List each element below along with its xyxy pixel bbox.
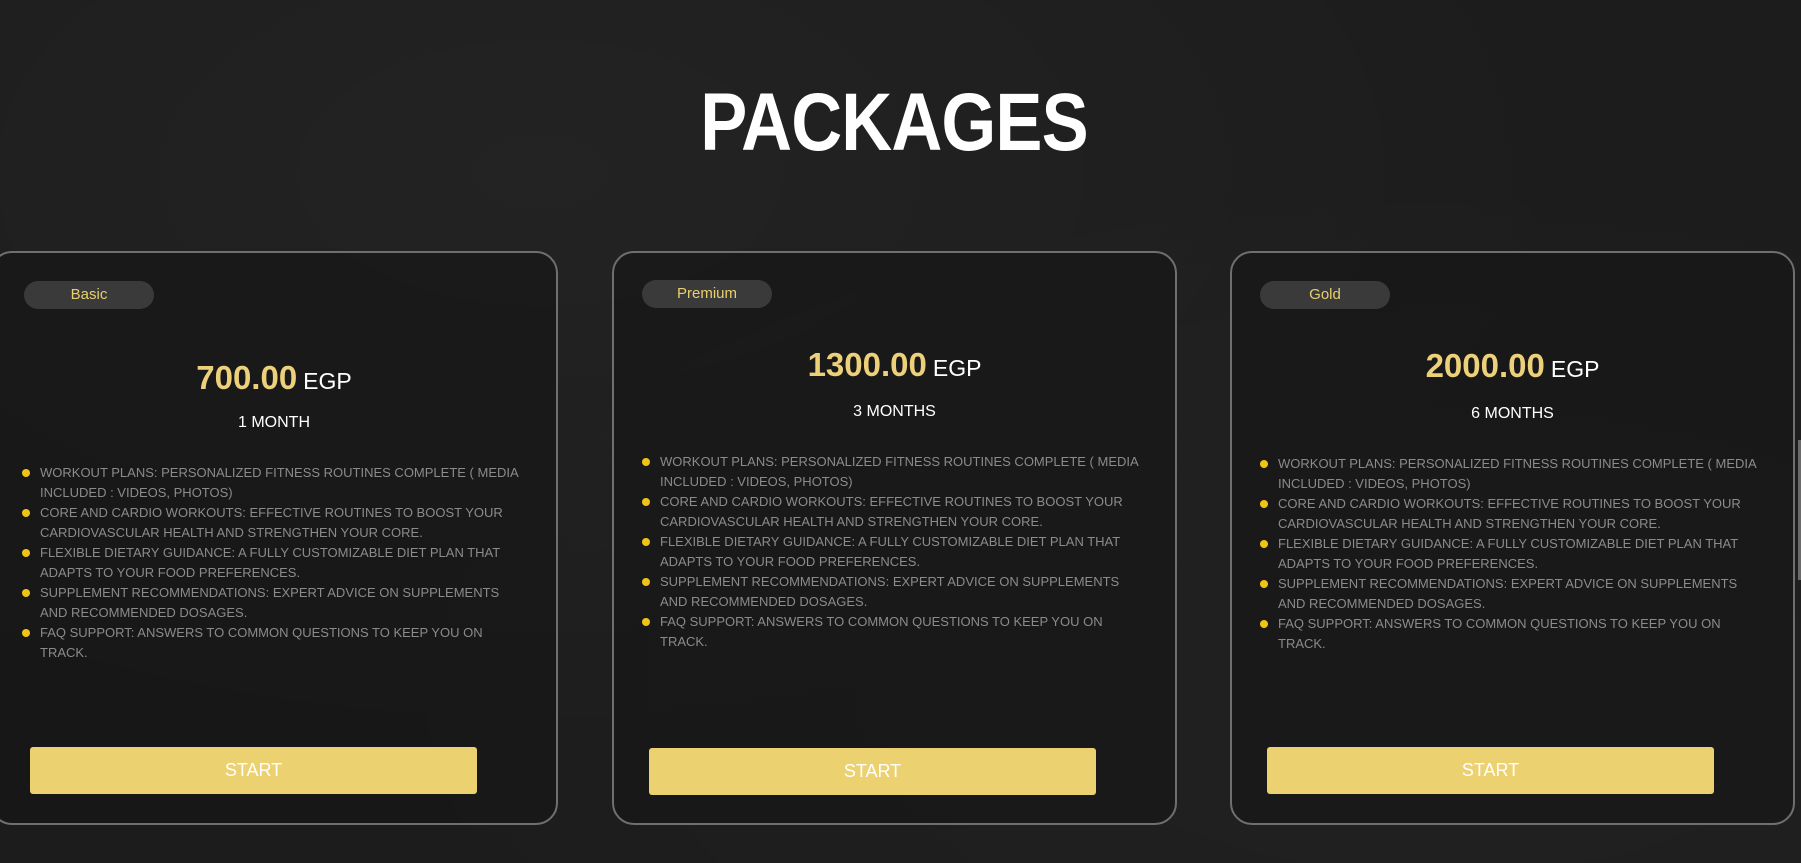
feature-item: FAQ SUPPORT: ANSWERS TO COMMON QUESTIONS… xyxy=(642,612,1147,652)
feature-item: FLEXIBLE DIETARY GUIDANCE: A FULLY CUSTO… xyxy=(642,532,1147,572)
feature-text: CORE AND CARDIO WORKOUTS: EFFECTIVE ROUT… xyxy=(660,494,1123,529)
feature-text: FAQ SUPPORT: ANSWERS TO COMMON QUESTIONS… xyxy=(1278,616,1721,651)
start-button[interactable]: START xyxy=(30,747,477,794)
start-button[interactable]: START xyxy=(1267,747,1714,794)
packages-section: PACKAGES Basic 700.00 EGP 1 MONTH WORKOUT… xyxy=(0,0,1801,863)
feature-item: WORKOUT PLANS: PERSONALIZED FITNESS ROUT… xyxy=(642,452,1147,492)
section-title: PACKAGES xyxy=(700,77,1088,168)
duration: 1 MONTH xyxy=(238,414,310,431)
feature-list: WORKOUT PLANS: PERSONALIZED FITNESS ROUT… xyxy=(1260,454,1765,654)
feature-text: FAQ SUPPORT: ANSWERS TO COMMON QUESTIONS… xyxy=(660,614,1103,649)
feature-text: WORKOUT PLANS: PERSONALIZED FITNESS ROUT… xyxy=(40,465,518,500)
bullet-dot-icon xyxy=(642,578,650,586)
duration: 3 MONTHS xyxy=(853,403,936,420)
tier-badge: Premium xyxy=(642,280,772,308)
bullet-dot-icon xyxy=(1260,620,1268,628)
feature-text: SUPPLEMENT RECOMMENDATIONS: EXPERT ADVIC… xyxy=(1278,576,1738,611)
bullet-dot-icon xyxy=(22,509,30,517)
feature-item: WORKOUT PLANS: PERSONALIZED FITNESS ROUT… xyxy=(22,463,527,503)
feature-text: SUPPLEMENT RECOMMENDATIONS: EXPERT ADVIC… xyxy=(660,574,1120,609)
feature-item: FLEXIBLE DIETARY GUIDANCE: A FULLY CUSTO… xyxy=(22,543,527,583)
feature-item: FLEXIBLE DIETARY GUIDANCE: A FULLY CUSTO… xyxy=(1260,534,1765,574)
feature-text: SUPPLEMENT RECOMMENDATIONS: EXPERT ADVIC… xyxy=(40,585,500,620)
feature-item: FAQ SUPPORT: ANSWERS TO COMMON QUESTIONS… xyxy=(22,623,527,663)
feature-item: SUPPLEMENT RECOMMENDATIONS: EXPERT ADVIC… xyxy=(1260,574,1765,614)
bullet-dot-icon xyxy=(1260,500,1268,508)
price-currency: EGP xyxy=(1550,356,1600,382)
package-card-premium: Premium 1300.00 EGP 3 MONTHS WORKOUT PLAN… xyxy=(612,251,1177,825)
feature-item: CORE AND CARDIO WORKOUTS: EFFECTIVE ROUT… xyxy=(1260,494,1765,534)
feature-text: FLEXIBLE DIETARY GUIDANCE: A FULLY CUSTO… xyxy=(1278,536,1738,571)
price: 700.00 EGP xyxy=(0,359,556,397)
feature-item: CORE AND CARDIO WORKOUTS: EFFECTIVE ROUT… xyxy=(22,503,527,543)
feature-item: WORKOUT PLANS: PERSONALIZED FITNESS ROUT… xyxy=(1260,454,1765,494)
tier-badge: Gold xyxy=(1260,281,1390,309)
feature-item: SUPPLEMENT RECOMMENDATIONS: EXPERT ADVIC… xyxy=(22,583,527,623)
bullet-dot-icon xyxy=(642,498,650,506)
feature-item: CORE AND CARDIO WORKOUTS: EFFECTIVE ROUT… xyxy=(642,492,1147,532)
price: 2000.00 EGP xyxy=(1232,347,1793,385)
package-card-gold: Gold 2000.00 EGP 6 MONTHS WORKOUT PLANS: … xyxy=(1230,251,1795,825)
price-currency: EGP xyxy=(932,355,982,381)
feature-item: FAQ SUPPORT: ANSWERS TO COMMON QUESTIONS… xyxy=(1260,614,1765,654)
price: 1300.00 EGP xyxy=(614,346,1175,384)
price-amount: 1300.00 xyxy=(807,346,927,383)
feature-list: WORKOUT PLANS: PERSONALIZED FITNESS ROUT… xyxy=(22,463,527,663)
price-amount: 700.00 xyxy=(196,359,298,396)
duration: 6 MONTHS xyxy=(1471,405,1554,422)
bullet-dot-icon xyxy=(642,538,650,546)
package-card-basic: Basic 700.00 EGP 1 MONTH WORKOUT PLANS: P… xyxy=(0,251,558,825)
bullet-dot-icon xyxy=(22,629,30,637)
feature-text: CORE AND CARDIO WORKOUTS: EFFECTIVE ROUT… xyxy=(40,505,503,540)
bullet-dot-icon xyxy=(1260,460,1268,468)
bullet-dot-icon xyxy=(1260,580,1268,588)
feature-text: CORE AND CARDIO WORKOUTS: EFFECTIVE ROUT… xyxy=(1278,496,1741,531)
feature-text: FAQ SUPPORT: ANSWERS TO COMMON QUESTIONS… xyxy=(40,625,483,660)
bullet-dot-icon xyxy=(1260,540,1268,548)
bullet-dot-icon xyxy=(642,458,650,466)
feature-list: WORKOUT PLANS: PERSONALIZED FITNESS ROUT… xyxy=(642,452,1147,652)
tier-badge: Basic xyxy=(24,281,154,309)
feature-item: SUPPLEMENT RECOMMENDATIONS: EXPERT ADVIC… xyxy=(642,572,1147,612)
bullet-dot-icon xyxy=(22,469,30,477)
feature-text: FLEXIBLE DIETARY GUIDANCE: A FULLY CUSTO… xyxy=(40,545,500,580)
feature-text: FLEXIBLE DIETARY GUIDANCE: A FULLY CUSTO… xyxy=(660,534,1120,569)
bullet-dot-icon xyxy=(22,549,30,557)
price-currency: EGP xyxy=(303,368,352,394)
feature-text: WORKOUT PLANS: PERSONALIZED FITNESS ROUT… xyxy=(1278,456,1756,491)
bullet-dot-icon xyxy=(22,589,30,597)
start-button[interactable]: START xyxy=(649,748,1096,795)
bullet-dot-icon xyxy=(642,618,650,626)
price-amount: 2000.00 xyxy=(1425,347,1545,384)
feature-text: WORKOUT PLANS: PERSONALIZED FITNESS ROUT… xyxy=(660,454,1138,489)
